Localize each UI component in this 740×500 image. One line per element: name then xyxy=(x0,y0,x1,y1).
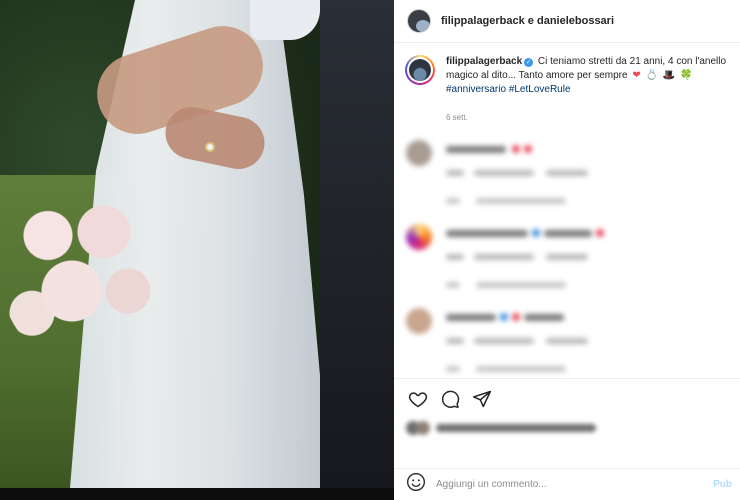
avatar xyxy=(406,140,432,166)
post-header: filippalagerback e danielebossari xyxy=(394,0,740,43)
avatar xyxy=(406,224,432,250)
caption-body: filippalagerback ✓ Ci teniamo stretti da … xyxy=(446,55,735,97)
comment-input[interactable] xyxy=(436,479,696,490)
post-photo[interactable] xyxy=(0,0,394,500)
blurred-comment xyxy=(406,224,726,299)
post-header-title[interactable]: filippalagerback e danielebossari xyxy=(441,15,614,27)
blurred-likes xyxy=(406,420,606,436)
avatar[interactable] xyxy=(407,9,431,33)
post-actions xyxy=(394,378,740,418)
avatar xyxy=(406,308,432,334)
photo-suit xyxy=(320,0,394,488)
heart-outline-icon[interactable] xyxy=(406,387,430,411)
caption-username[interactable]: filippalagerback xyxy=(446,56,522,67)
blurred-comment xyxy=(406,308,726,383)
blurred-comment xyxy=(406,140,726,215)
add-comment-bar: Pub xyxy=(394,468,740,500)
ring-emoji-icon: 💍 xyxy=(645,70,658,81)
clover-emoji-icon: 🍀 xyxy=(680,70,693,81)
publish-button[interactable]: Pub xyxy=(713,479,732,490)
paper-plane-icon[interactable] xyxy=(470,387,494,411)
top-hat-emoji-icon: 🎩 xyxy=(662,70,676,81)
photo-ring xyxy=(205,142,215,152)
photo-bouquet xyxy=(0,180,160,365)
heart-emoji-icon: ❤ xyxy=(632,70,641,81)
caption-hashtags[interactable]: #anniversario #LetLoveRule xyxy=(446,84,571,95)
post-side-panel: filippalagerback e danielebossari filipp… xyxy=(394,0,740,500)
emoji-smile-icon[interactable] xyxy=(406,472,426,497)
verified-badge-icon: ✓ xyxy=(524,58,534,67)
caption-avatar[interactable] xyxy=(405,55,435,85)
caption-timestamp: 6 sett. xyxy=(446,113,468,122)
photo-bottom-strip xyxy=(0,488,394,500)
caption: filippalagerback ✓ Ci teniamo stretti da … xyxy=(405,55,735,97)
comment-bubble-icon[interactable] xyxy=(438,387,462,411)
